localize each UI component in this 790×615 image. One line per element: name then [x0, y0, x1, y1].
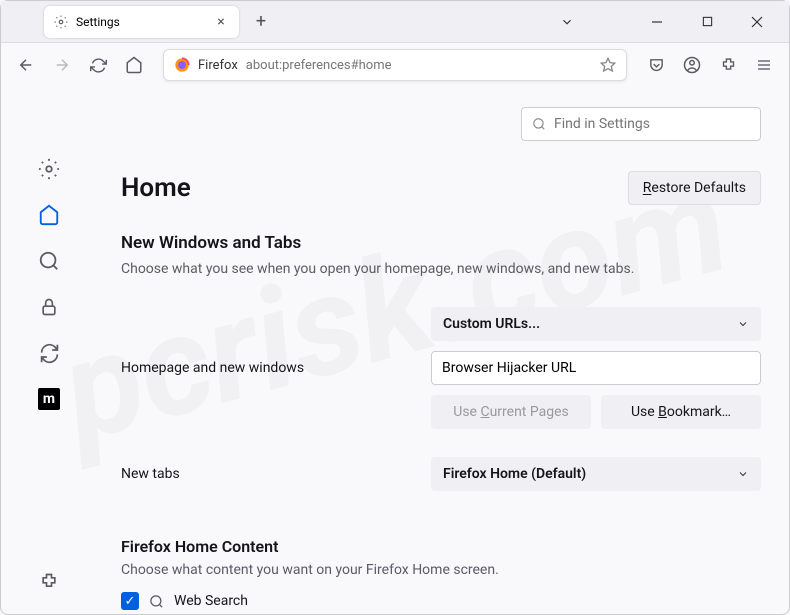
chevron-down-icon	[737, 468, 749, 480]
search-icon	[532, 117, 546, 131]
search-input[interactable]	[554, 116, 750, 132]
tabs-dropdown-button[interactable]	[553, 8, 581, 36]
sidebar-sync-icon[interactable]	[37, 341, 61, 365]
section-new-windows-desc: Choose what you see when you open your h…	[121, 261, 761, 277]
firefox-icon	[174, 57, 190, 73]
forward-button[interactable]	[47, 50, 77, 80]
chevron-down-icon	[737, 318, 749, 330]
close-window-button[interactable]	[743, 8, 771, 36]
pocket-button[interactable]	[641, 50, 671, 80]
content: m Home Restore Defaults New Windows and …	[1, 87, 789, 614]
section-home-content-desc: Choose what content you want on your Fir…	[121, 562, 761, 578]
home-button[interactable]	[119, 50, 149, 80]
use-bookmark-button[interactable]: Use Bookmark…	[601, 395, 761, 429]
newtabs-select[interactable]: Firefox Home (Default)	[431, 457, 761, 491]
web-search-label: Web Search	[174, 593, 248, 609]
extensions-button[interactable]	[713, 50, 743, 80]
browser-tab[interactable]: Settings ×	[44, 6, 239, 38]
minimize-button[interactable]	[643, 8, 671, 36]
page-title: Home	[121, 173, 191, 203]
address-bar[interactable]: Firefox about:preferences#home	[163, 49, 627, 81]
sidebar-more-icon[interactable]: m	[37, 387, 61, 411]
close-icon[interactable]: ×	[213, 14, 229, 30]
titlebar: Settings × +	[1, 1, 789, 43]
use-current-pages-button[interactable]: Use Current Pages	[431, 395, 591, 429]
homepage-label: Homepage and new windows	[121, 360, 431, 376]
checkbox-checked-icon[interactable]: ✓	[121, 592, 139, 610]
sidebar-extensions-icon[interactable]	[37, 570, 61, 594]
homepage-url-input[interactable]	[431, 351, 761, 385]
restore-defaults-button[interactable]: Restore Defaults	[628, 171, 761, 205]
sidebar-general-icon[interactable]	[37, 157, 61, 181]
sidebar-home-icon[interactable]	[37, 203, 61, 227]
find-in-settings[interactable]	[521, 107, 761, 141]
new-tab-button[interactable]: +	[247, 8, 275, 36]
reload-button[interactable]	[83, 50, 113, 80]
gear-icon	[54, 15, 68, 29]
section-new-windows-title: New Windows and Tabs	[121, 233, 761, 253]
sidebar-privacy-icon[interactable]	[37, 295, 61, 319]
tab-title: Settings	[76, 15, 205, 29]
web-search-row[interactable]: ✓ Web Search	[121, 592, 761, 610]
back-button[interactable]	[11, 50, 41, 80]
address-url: about:preferences#home	[246, 58, 392, 73]
newtabs-label: New tabs	[121, 466, 431, 482]
bookmark-star-icon[interactable]	[600, 57, 616, 73]
menu-button[interactable]	[749, 50, 779, 80]
sidebar: m	[1, 87, 97, 614]
section-home-content-title: Firefox Home Content	[121, 537, 761, 556]
search-icon	[149, 594, 164, 609]
maximize-button[interactable]	[693, 8, 721, 36]
main-content: Home Restore Defaults New Windows and Ta…	[97, 87, 789, 614]
toolbar: Firefox about:preferences#home	[1, 43, 789, 87]
homepage-select[interactable]: Custom URLs...	[431, 307, 761, 341]
address-label: Firefox	[198, 58, 238, 73]
account-button[interactable]	[677, 50, 707, 80]
sidebar-search-icon[interactable]	[37, 249, 61, 273]
